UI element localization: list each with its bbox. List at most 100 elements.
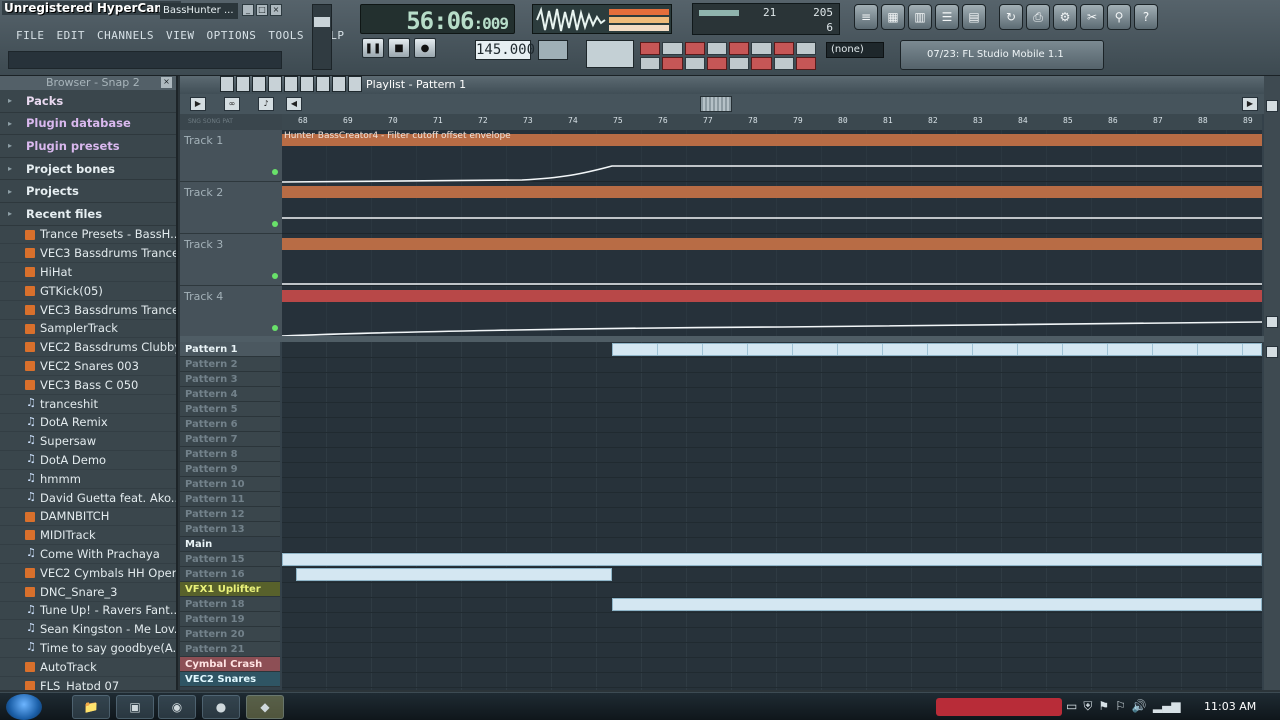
maximize-button[interactable]: □ bbox=[256, 4, 268, 16]
pattern-label[interactable]: Pattern 2 bbox=[180, 357, 280, 372]
mode-button[interactable] bbox=[751, 57, 772, 70]
slider-knob[interactable] bbox=[314, 17, 330, 27]
browser-file[interactable]: DAMNBITCH bbox=[0, 508, 176, 527]
mode-button[interactable] bbox=[662, 57, 683, 70]
piano-roll-icon[interactable]: ▦ bbox=[881, 4, 905, 30]
news-hint-box[interactable]: 07/23: FL Studio Mobile 1.1 bbox=[900, 40, 1104, 70]
pattern-number[interactable] bbox=[538, 40, 568, 60]
flag-icon[interactable]: ⚐ bbox=[1115, 699, 1126, 714]
monitor-icon[interactable]: ▭ bbox=[1066, 699, 1077, 714]
track-led-icon[interactable] bbox=[272, 325, 278, 331]
channel-rack-icon[interactable]: ▥ bbox=[908, 4, 932, 30]
mode-button[interactable] bbox=[662, 42, 683, 55]
pattern-label[interactable]: Pattern 15 bbox=[180, 552, 280, 567]
browser-file[interactable]: VEC2 Snares 003 bbox=[0, 357, 176, 376]
track-led-icon[interactable] bbox=[272, 169, 278, 175]
explorer-icon[interactable]: 📁 bbox=[72, 695, 110, 719]
browser-file[interactable]: ♫ Time to say goodbye(A... bbox=[0, 639, 176, 658]
envelope-line[interactable] bbox=[282, 165, 1262, 183]
scroll-down-icon[interactable] bbox=[1266, 316, 1278, 328]
pattern-label[interactable]: Main automation bbox=[180, 537, 280, 565]
mode-button[interactable] bbox=[684, 57, 705, 70]
pause-button[interactable]: ❚❚ bbox=[362, 38, 384, 58]
browser-file[interactable]: VEC3 Bass C 050 bbox=[0, 376, 176, 395]
browser-file[interactable]: VEC2 Cymbals HH Open... bbox=[0, 564, 176, 583]
browser-file[interactable]: SamplerTrack bbox=[0, 320, 176, 339]
playlist-title[interactable]: Playlist - Pattern 1 bbox=[366, 78, 466, 91]
undo-icon[interactable]: ↻ bbox=[999, 4, 1023, 30]
browser-file[interactable]: ♫ hmmm bbox=[0, 470, 176, 489]
search-icon[interactable]: ⚲ bbox=[1107, 4, 1131, 30]
pattern-label[interactable]: Pattern 20 bbox=[180, 627, 280, 642]
mode-button[interactable] bbox=[640, 42, 661, 55]
signal-icon[interactable]: ▂▄▆ bbox=[1153, 699, 1181, 714]
mode-button[interactable] bbox=[706, 42, 727, 55]
fl-studio-icon[interactable]: ◆ bbox=[246, 695, 284, 719]
pattern-clip[interactable] bbox=[612, 598, 1262, 611]
scroll-right-icon[interactable]: ▶ bbox=[1242, 97, 1258, 111]
pattern-label[interactable]: Pattern 19 bbox=[180, 612, 280, 627]
pattern-grid[interactable] bbox=[282, 342, 1262, 690]
shield-icon[interactable]: ⛨ bbox=[1083, 699, 1092, 714]
tempo-display[interactable]: 145.000 bbox=[475, 40, 535, 60]
track-led-icon[interactable] bbox=[272, 273, 278, 279]
scroll-left-icon[interactable]: ◀ bbox=[286, 97, 302, 111]
pattern-label[interactable]: VEC2 Snares 003 bbox=[180, 672, 280, 690]
browser-icon[interactable]: ▤ bbox=[962, 4, 986, 30]
snap-grid[interactable] bbox=[586, 40, 634, 68]
help-icon[interactable]: ? bbox=[1134, 4, 1158, 30]
slice-icon[interactable] bbox=[316, 76, 330, 92]
network-icon[interactable]: ⚑ bbox=[1098, 699, 1109, 714]
pattern-clip[interactable] bbox=[296, 568, 612, 581]
chrome-icon[interactable]: ◉ bbox=[158, 695, 196, 719]
browser-folder[interactable]: ▸ Project bones bbox=[0, 158, 176, 181]
browser-folder[interactable]: ▸ Projects bbox=[0, 180, 176, 203]
menu-tools[interactable]: TOOLS bbox=[262, 27, 310, 45]
mode-button[interactable] bbox=[795, 42, 816, 55]
browser-file[interactable]: GTKick(05) bbox=[0, 282, 176, 301]
recorder-icon[interactable]: ● bbox=[202, 695, 240, 719]
menu-file[interactable]: FILE bbox=[10, 27, 51, 45]
browser-file[interactable]: ♫ Come With Prachaya bbox=[0, 545, 176, 564]
mode-button[interactable] bbox=[773, 42, 794, 55]
close-button[interactable]: × bbox=[270, 4, 282, 16]
scroll-up-icon[interactable] bbox=[1266, 100, 1278, 112]
zoom-icon[interactable] bbox=[348, 76, 362, 92]
recording-controls[interactable] bbox=[936, 698, 1062, 716]
browser-file[interactable]: DNC_Snare_3 bbox=[0, 583, 176, 602]
browser-file[interactable]: HiHat bbox=[0, 263, 176, 282]
pattern-label[interactable]: Pattern 9 bbox=[180, 462, 280, 477]
pattern-label[interactable]: Pattern 5 bbox=[180, 402, 280, 417]
song-time-display[interactable]: 56:06:009 bbox=[360, 4, 515, 35]
pattern-clip[interactable] bbox=[612, 343, 1262, 356]
mode-button[interactable] bbox=[640, 57, 661, 70]
browser-file[interactable]: VEC2 Bassdrums Clubby... bbox=[0, 338, 176, 358]
minimize-button[interactable]: _ bbox=[242, 4, 254, 16]
start-button[interactable] bbox=[6, 694, 42, 720]
pencil-icon[interactable] bbox=[252, 76, 266, 92]
pattern-label[interactable]: Pattern 3 bbox=[180, 372, 280, 387]
pattern-label[interactable]: Pattern 6 bbox=[180, 417, 280, 432]
browser-file[interactable]: Trance Presets - BassH... bbox=[0, 226, 176, 245]
save-icon[interactable]: ⎙ bbox=[1026, 4, 1050, 30]
link-icon[interactable]: ∞ bbox=[224, 97, 240, 111]
track-led-icon[interactable] bbox=[272, 221, 278, 227]
pattern-clip[interactable] bbox=[282, 553, 1262, 566]
mixer-icon[interactable]: ☰ bbox=[935, 4, 959, 30]
envelope-line[interactable] bbox=[282, 321, 1262, 336]
mode-button[interactable] bbox=[684, 42, 705, 55]
pattern-label[interactable]: Pattern 12 bbox=[180, 507, 280, 522]
mode-button[interactable] bbox=[795, 57, 816, 70]
browser-file[interactable]: ♫ Supersaw bbox=[0, 432, 176, 452]
menu-options[interactable]: OPTIONS bbox=[200, 27, 262, 45]
magnet-icon[interactable] bbox=[236, 76, 250, 92]
browser-file[interactable]: ♫ DotA Demo bbox=[0, 451, 176, 470]
playlist-icon[interactable]: ≡ bbox=[854, 4, 878, 30]
playlist-scrollbar[interactable]: ▶ ∞ ♪ ◀ ▶ bbox=[180, 94, 1264, 114]
pattern-label[interactable]: Pattern 7 bbox=[180, 432, 280, 447]
browser-file[interactable]: AutoTrack bbox=[0, 658, 176, 677]
browser-file[interactable]: FLS_Hatpd 07 bbox=[0, 677, 176, 690]
pattern-label[interactable]: Pattern 16 bbox=[180, 567, 280, 582]
media-icon[interactable]: ▣ bbox=[116, 695, 154, 719]
browser-file[interactable]: ♫ Sean Kingston - Me Lov... bbox=[0, 620, 176, 640]
